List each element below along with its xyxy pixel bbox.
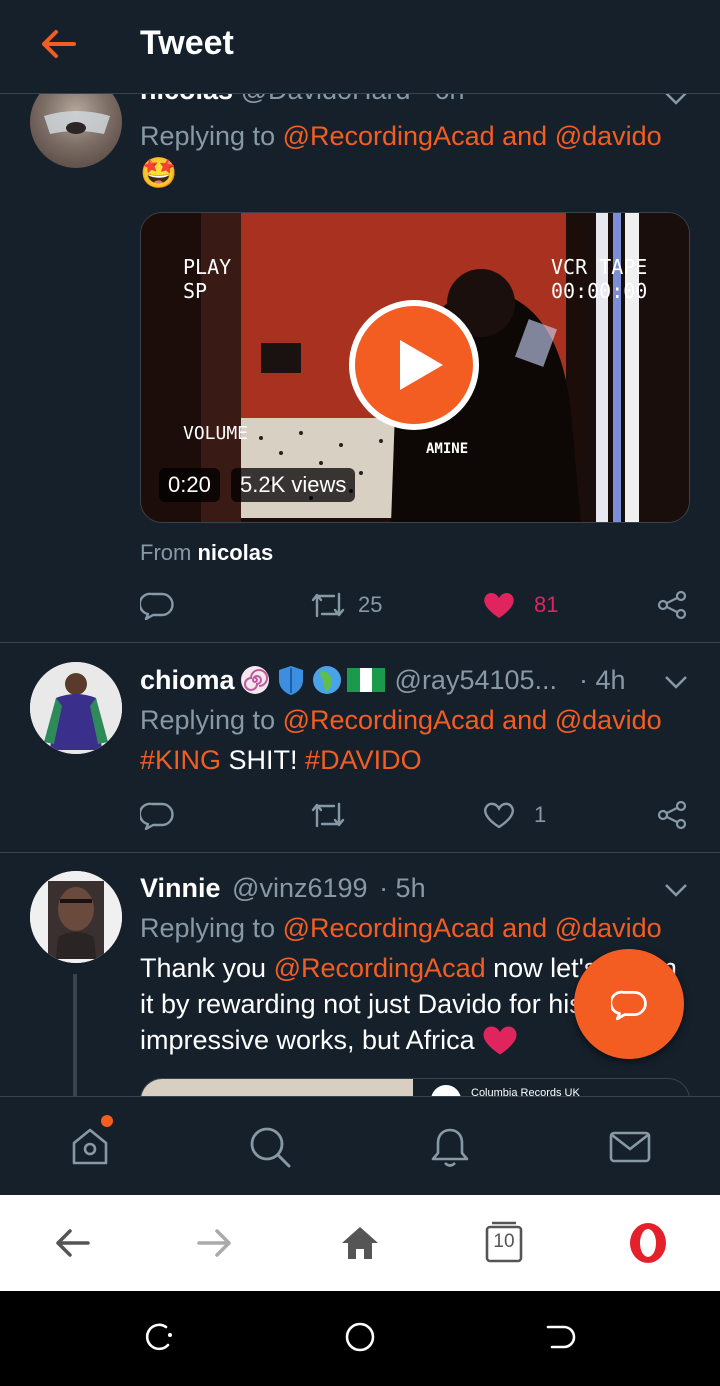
video-views: 5.2K views xyxy=(231,468,356,502)
like-button[interactable]: 81 xyxy=(482,590,558,620)
heart-outline-icon xyxy=(484,802,514,829)
share-button[interactable] xyxy=(656,590,688,620)
tab-notifications[interactable] xyxy=(428,1125,472,1169)
spiral-emoji-icon xyxy=(240,666,269,694)
share-icon xyxy=(657,800,687,830)
shield-emoji-icon xyxy=(278,666,303,695)
embedded-card-image xyxy=(141,1079,413,1096)
tweet-2-time: · 4h xyxy=(579,665,626,695)
nigeria-flag-icon xyxy=(346,668,385,692)
bottom-tab-bar xyxy=(0,1096,720,1195)
red-heart-emoji-icon xyxy=(483,1026,517,1055)
divider xyxy=(0,642,720,643)
tweet-2-text: #KING SHIT! #DAVIDO xyxy=(140,745,422,775)
share-icon xyxy=(657,590,687,620)
tweet-2-replying-to: Replying to @RecordingAcad and @davido xyxy=(140,705,662,735)
browser-back-icon[interactable] xyxy=(50,1221,94,1265)
tweet-1-handle-time: @DavidoHard · 6h xyxy=(241,94,465,105)
page-title: Tweet xyxy=(140,24,234,62)
tweet-2-author-name[interactable]: chioma xyxy=(140,662,235,698)
retweet-button[interactable]: 25 xyxy=(310,590,382,620)
browser-home-icon[interactable] xyxy=(338,1221,382,1265)
top-app-bar: Tweet xyxy=(0,0,720,94)
tweet-3-handle: @vinz6199 xyxy=(232,873,368,903)
thread-connector-line xyxy=(73,974,77,1096)
retweet-icon xyxy=(311,802,345,828)
tab-messages[interactable] xyxy=(608,1125,652,1169)
browser-toolbar: 10 xyxy=(0,1195,720,1291)
chevron-down-icon[interactable] xyxy=(664,94,688,106)
tab-search[interactable] xyxy=(248,1125,292,1169)
avatar-nicolas[interactable] xyxy=(30,94,122,168)
retweet-button[interactable] xyxy=(310,800,346,830)
bell-icon xyxy=(431,1128,469,1167)
retweet-count: 25 xyxy=(358,592,383,617)
tweet-3-replying-to: Replying to @RecordingAcad and @davido xyxy=(140,913,662,943)
hashtag-king[interactable]: #KING xyxy=(140,745,221,775)
mention-davido[interactable]: @davido xyxy=(555,121,662,151)
divider xyxy=(0,852,720,853)
reply-icon xyxy=(140,802,174,830)
tweet-1-author-name[interactable]: nicolas xyxy=(140,94,233,105)
reply-icon xyxy=(140,592,174,620)
home-circle-icon[interactable] xyxy=(342,1319,378,1355)
retweet-icon xyxy=(311,592,345,618)
tweet-1-from: From nicolas xyxy=(140,540,274,565)
reply-button[interactable] xyxy=(140,590,174,620)
tweet-3-time: · 5h xyxy=(379,873,426,903)
like-button[interactable]: 1 xyxy=(482,800,546,830)
mention-recordingacad[interactable]: @RecordingAcad xyxy=(283,121,495,151)
hashtag-davido[interactable]: #DAVIDO xyxy=(305,745,422,775)
system-navigation-bar xyxy=(0,1291,720,1386)
chevron-down-icon[interactable] xyxy=(664,674,688,690)
avatar-vinnie[interactable] xyxy=(30,871,122,963)
mention-davido[interactable]: @davido xyxy=(555,705,662,735)
recent-apps-icon[interactable] xyxy=(142,1319,178,1355)
search-icon xyxy=(250,1127,291,1168)
browser-forward-icon[interactable] xyxy=(193,1221,237,1265)
notification-dot xyxy=(101,1115,113,1127)
reply-bubble-icon xyxy=(611,990,647,1021)
chevron-down-icon[interactable] xyxy=(664,882,688,898)
opera-logo-icon[interactable] xyxy=(626,1221,670,1265)
video-player[interactable]: PLAY SP VCR TAPE 00:00:00 VOLUME AMINE 0… xyxy=(140,212,690,523)
home-icon xyxy=(72,1128,108,1165)
back-arrow-icon[interactable] xyxy=(36,24,80,64)
back-nav-icon[interactable] xyxy=(542,1319,578,1355)
vcr-volume-label: VOLUME xyxy=(183,423,249,444)
vcr-overlay-right: VCR TAPE 00:00:00 xyxy=(551,255,648,303)
embedded-card-avatar xyxy=(431,1085,461,1096)
vcr-overlay-left: PLAY SP xyxy=(183,255,232,303)
tweet-2-handle: @ray54105... xyxy=(394,665,558,695)
tweet-3-author-name[interactable]: Vinnie xyxy=(140,873,221,903)
reply-button[interactable] xyxy=(140,800,174,830)
tweet-feed[interactable]: nicolas @DavidoHard · 6h Replying to @Re… xyxy=(0,94,720,1096)
from-author[interactable]: nicolas xyxy=(197,540,273,565)
tweet-1-text: 🤩 xyxy=(140,157,178,190)
vcr-amine-text: AMINE xyxy=(426,441,469,457)
mail-icon xyxy=(609,1131,651,1163)
play-icon[interactable] xyxy=(347,298,481,432)
tabs-count: 10 xyxy=(493,1231,515,1252)
mention-davido[interactable]: @davido xyxy=(555,913,662,943)
share-button[interactable] xyxy=(656,800,688,830)
embedded-tweet-card[interactable]: Columbia Records UK xyxy=(140,1078,690,1096)
video-duration: 0:20 xyxy=(159,468,220,502)
mention-recordingacad[interactable]: @RecordingAcad xyxy=(283,705,495,735)
tab-home[interactable] xyxy=(68,1115,113,1169)
browser-tabs-button[interactable]: 10 xyxy=(482,1221,526,1265)
like-count: 1 xyxy=(534,802,547,827)
tweet-1-replying-to: Replying to @RecordingAcad and @davido xyxy=(140,121,662,151)
like-count: 81 xyxy=(534,592,559,617)
heart-filled-icon xyxy=(484,592,514,618)
mention-recordingacad-inline[interactable]: @RecordingAcad xyxy=(274,953,486,983)
globe-africa-icon xyxy=(312,666,341,694)
avatar-chioma[interactable] xyxy=(30,662,122,754)
compose-reply-button[interactable] xyxy=(574,949,684,1059)
embedded-card-source: Columbia Records UK xyxy=(471,1087,580,1096)
mention-recordingacad[interactable]: @RecordingAcad xyxy=(283,913,495,943)
